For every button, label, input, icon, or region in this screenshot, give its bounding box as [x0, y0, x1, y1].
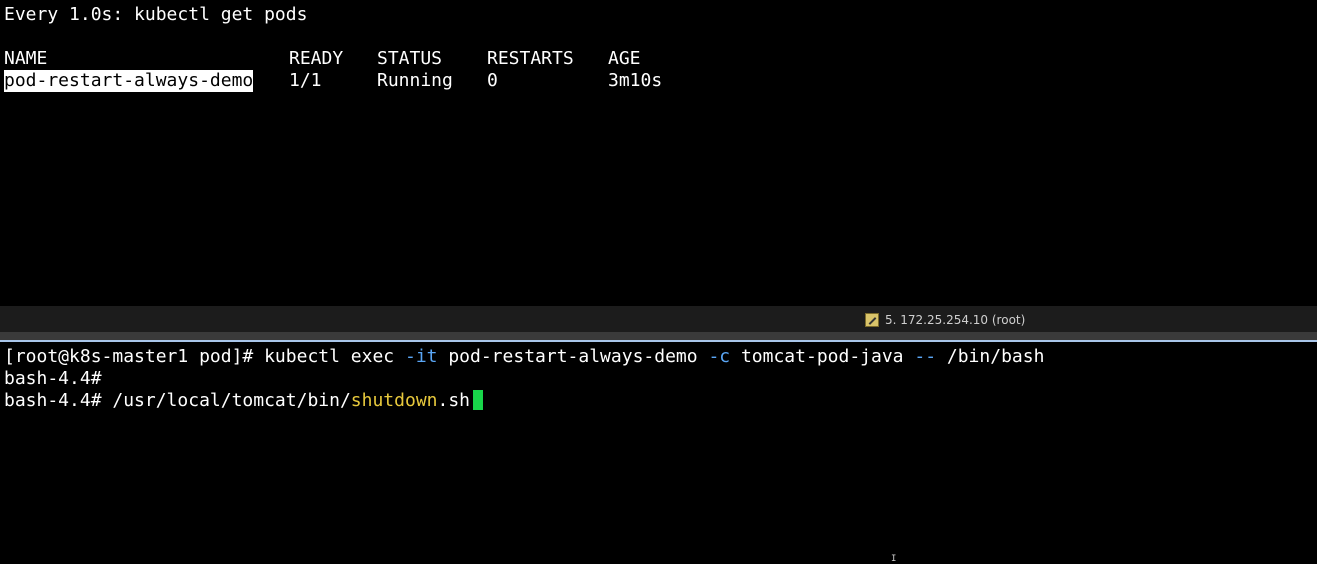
table-row: pod-restart-always-demo 1/1 Running 0 3m…	[4, 70, 1304, 92]
column-header-status: STATUS	[377, 48, 443, 69]
pod-ready-cell: 1/1	[289, 70, 322, 91]
pod-name-cell[interactable]: pod-restart-always-demo	[4, 70, 254, 92]
command-text: /bin/bash	[936, 346, 1045, 367]
session-tab[interactable]: 5. 172.25.254.10 (root)	[865, 311, 1025, 329]
terminal-cursor	[473, 390, 484, 410]
option-flag: -it	[404, 346, 438, 367]
bottom-terminal-pane[interactable]: [root@k8s-master1 pod]# kubectl exec -it…	[0, 342, 1317, 562]
terminal-line-3: bash-4.4# /usr/local/tomcat/bin/shutdown…	[4, 390, 484, 412]
table-header: NAME READY STATUS RESTARTS AGE	[4, 48, 1304, 70]
command-text: kubectl exec	[264, 346, 405, 367]
option-flag: -c	[708, 346, 731, 367]
column-header-restarts: RESTARTS	[487, 48, 574, 69]
column-header-name: NAME	[4, 48, 48, 69]
script-name: shutdown	[350, 390, 438, 411]
watch-header: Every 1.0s: kubectl get pods	[4, 4, 308, 25]
top-terminal-pane[interactable]: Every 1.0s: kubectl get pods NAME READY …	[0, 0, 1317, 306]
pod-status-cell: Running	[377, 70, 453, 91]
command-text: tomcat-pod-java	[730, 346, 915, 367]
script-path: /usr/local/tomcat/bin/	[112, 390, 351, 411]
session-tab-label: 5. 172.25.254.10 (root)	[885, 313, 1026, 327]
terminal-line-1: [root@k8s-master1 pod]# kubectl exec -it…	[4, 346, 1044, 368]
shell-prompt: bash-4.4#	[4, 368, 102, 389]
command-text: pod-restart-always-demo	[437, 346, 709, 367]
terminal-line-2: bash-4.4#	[4, 368, 102, 390]
shell-prompt: bash-4.4#	[4, 390, 113, 411]
text-cursor-icon: I	[891, 554, 897, 564]
column-header-ready: READY	[289, 48, 344, 69]
option-flag: --	[914, 346, 937, 367]
script-extension: .sh	[437, 390, 471, 411]
pane-splitter[interactable]	[0, 332, 1317, 340]
column-header-age: AGE	[608, 48, 641, 69]
shell-prompt: [root@k8s-master1 pod]#	[4, 346, 265, 367]
pencil-icon	[865, 313, 879, 327]
pod-restarts-cell: 0	[487, 70, 498, 91]
pod-age-cell: 3m10s	[608, 70, 663, 91]
session-status-bar: 5. 172.25.254.10 (root)	[0, 306, 1317, 332]
